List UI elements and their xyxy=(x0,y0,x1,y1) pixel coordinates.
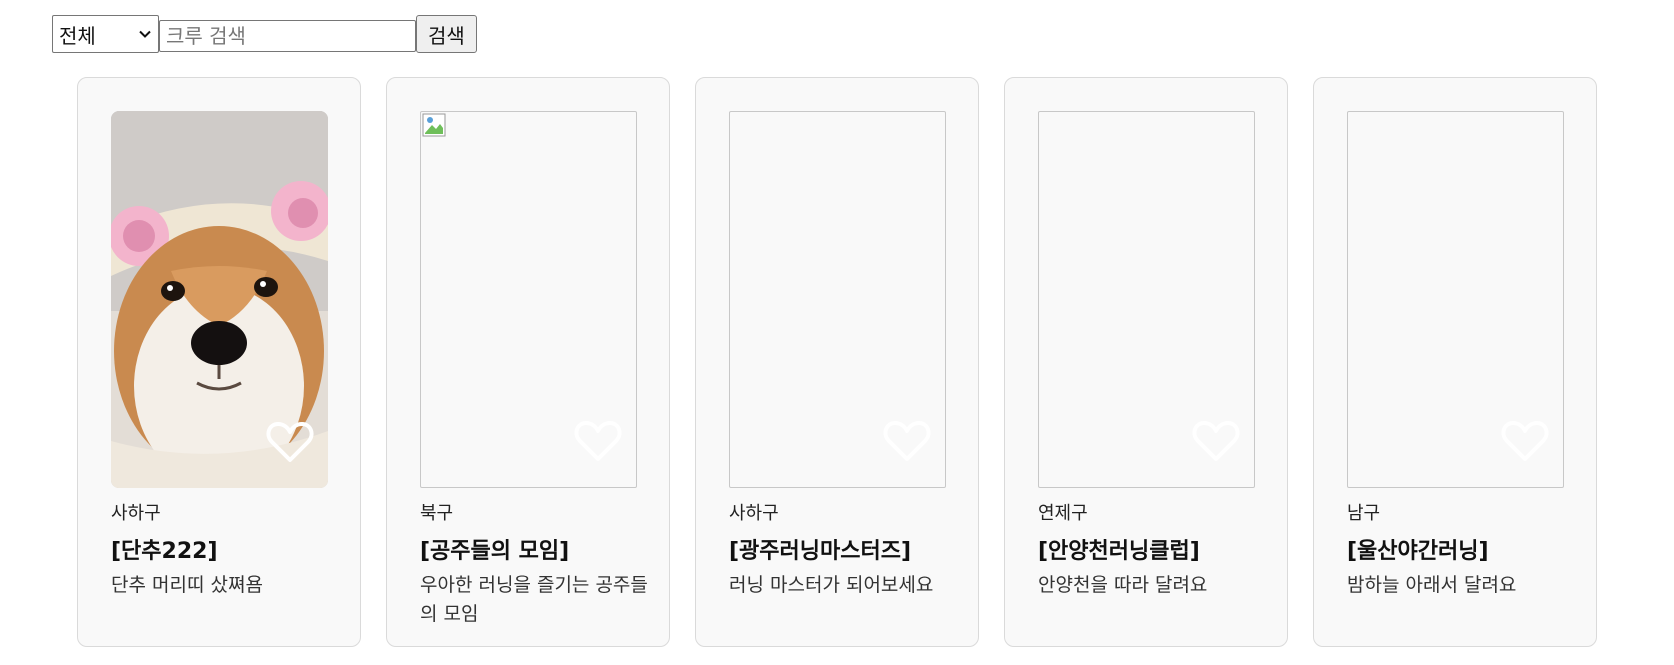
heart-icon[interactable] xyxy=(883,419,931,463)
broken-image-icon xyxy=(422,113,446,137)
search-bar: 전체 검색 xyxy=(52,15,477,53)
crew-card[interactable]: 사하구 [광주러닝마스터즈] 러닝 마스터가 되어보세요 xyxy=(695,77,979,647)
crew-card-list: 사하구 [단추222] 단추 머리띠 샀쪄욤 북구 [공주들의 모임] 우아한 … xyxy=(77,77,1597,647)
crew-title: [안양천러닝클럽] xyxy=(1038,539,1200,564)
crew-card[interactable]: 사하구 [단추222] 단추 머리띠 샀쪄욤 xyxy=(77,77,361,647)
crew-photo xyxy=(111,111,328,488)
crew-title: [단추222] xyxy=(111,539,218,564)
crew-region: 사하구 xyxy=(111,503,161,524)
crew-description: 안양천을 따라 달려요 xyxy=(1038,574,1208,596)
crew-photo xyxy=(729,111,946,488)
crew-photo xyxy=(1347,111,1564,488)
crew-description: 우아한 러닝을 즐기는 공주들의 모임 xyxy=(420,574,648,625)
crew-region: 북구 xyxy=(420,503,454,524)
crew-description: 단추 머리띠 샀쪄욤 xyxy=(111,574,263,596)
crew-region: 남구 xyxy=(1347,503,1381,524)
crew-photo xyxy=(1038,111,1255,488)
heart-icon[interactable] xyxy=(1192,419,1240,463)
crew-region: 사하구 xyxy=(729,503,779,524)
chevron-down-icon xyxy=(139,30,151,38)
crew-title: [광주러닝마스터즈] xyxy=(729,539,912,564)
crew-card[interactable]: 북구 [공주들의 모임] 우아한 러닝을 즐기는 공주들의 모임 xyxy=(386,77,670,647)
crew-description: 밤하늘 아래서 달려요 xyxy=(1347,574,1517,596)
crew-search-input[interactable] xyxy=(159,20,416,52)
crew-photo xyxy=(420,111,637,488)
heart-icon[interactable] xyxy=(574,419,622,463)
crew-title: [공주들의 모임] xyxy=(420,539,570,564)
crew-card[interactable]: 연제구 [안양천러닝클럽] 안양천을 따라 달려요 xyxy=(1004,77,1288,647)
heart-icon[interactable] xyxy=(266,420,314,464)
region-select[interactable]: 전체 xyxy=(52,15,159,53)
region-select-value: 전체 xyxy=(59,23,96,48)
crew-card[interactable]: 남구 [울산야간러닝] 밤하늘 아래서 달려요 xyxy=(1313,77,1597,647)
search-button[interactable]: 검색 xyxy=(416,15,477,53)
crew-title: [울산야간러닝] xyxy=(1347,539,1489,564)
heart-icon[interactable] xyxy=(1501,419,1549,463)
crew-description: 러닝 마스터가 되어보세요 xyxy=(729,574,934,596)
crew-region: 연제구 xyxy=(1038,503,1088,524)
